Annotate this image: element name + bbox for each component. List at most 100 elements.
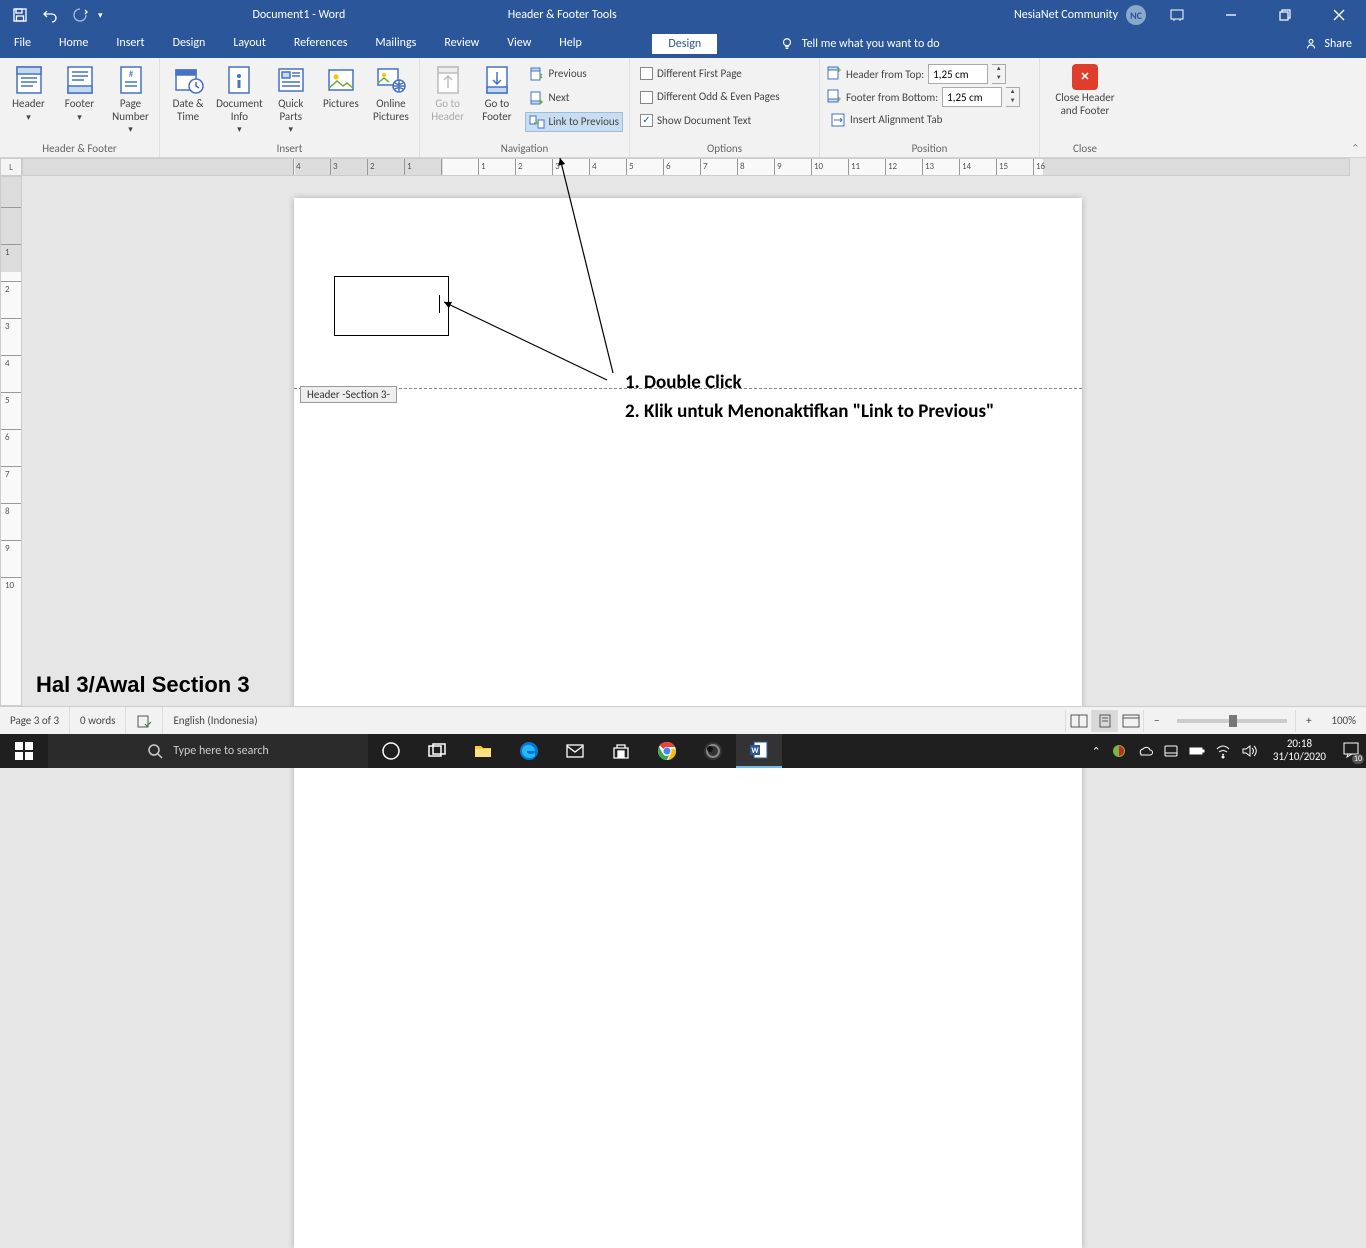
touchpad-icon[interactable] <box>1163 743 1179 759</box>
link-to-previous-button[interactable]: Link to Previous <box>525 112 623 132</box>
account-name[interactable]: NesiaNet Community <box>1014 8 1118 22</box>
tab-mailings[interactable]: Mailings <box>361 30 430 58</box>
link-icon <box>529 114 545 130</box>
group-label-insert: Insert <box>166 142 413 157</box>
header-from-top-input[interactable] <box>928 64 988 84</box>
tab-design[interactable]: Design <box>159 30 220 58</box>
tray-clock[interactable]: 20:18 31/10/2020 <box>1267 738 1332 763</box>
document-info-button[interactable]: Document Info▾ <box>216 60 263 136</box>
taskbar-taskview[interactable] <box>414 734 460 768</box>
previous-button[interactable]: Previous <box>525 64 623 84</box>
zoom-percent[interactable]: 100% <box>1321 714 1366 727</box>
previous-label: Previous <box>549 66 587 81</box>
chrome-icon <box>657 741 677 761</box>
undo-button[interactable] <box>38 3 62 27</box>
header-edit-zone[interactable] <box>294 198 1082 388</box>
tab-home[interactable]: Home <box>45 30 102 58</box>
search-icon <box>147 743 163 759</box>
redo-button[interactable] <box>68 3 92 27</box>
tab-hf-design[interactable]: Design <box>651 33 718 55</box>
view-read-mode[interactable] <box>1065 710 1091 732</box>
quick-parts-button[interactable]: Quick Parts▾ <box>269 60 313 136</box>
volume-icon[interactable] <box>1241 743 1257 759</box>
view-web-layout[interactable] <box>1117 710 1143 732</box>
tray-app-icon[interactable] <box>1111 743 1127 759</box>
taskbar-chrome[interactable] <box>644 734 690 768</box>
tell-me-search[interactable]: Tell me what you want to do <box>760 30 1291 58</box>
title-bar: ▾ Document1 - Word Header & Footer Tools… <box>0 0 1366 30</box>
goto-footer-button[interactable]: Go to Footer <box>475 60 518 123</box>
taskbar-edge[interactable] <box>506 734 552 768</box>
collapse-ribbon-icon[interactable]: ⌃ <box>1351 142 1360 155</box>
tray-notifications[interactable]: 10 <box>1342 741 1360 762</box>
tab-insert[interactable]: Insert <box>102 30 158 58</box>
close-header-footer-button[interactable]: ✕ Close Header and Footer <box>1046 60 1124 117</box>
status-page[interactable]: Page 3 of 3 <box>0 707 70 734</box>
group-navigation: Go to Header Go to Footer Previous Next … <box>420 58 630 157</box>
show-document-text-checkbox[interactable]: ✓Show Document Text <box>636 111 784 130</box>
next-button[interactable]: Next <box>525 88 623 108</box>
battery-icon[interactable] <box>1189 743 1205 759</box>
tab-help[interactable]: Help <box>545 30 596 58</box>
online-pictures-button[interactable]: Online Pictures <box>369 60 413 123</box>
minimize-button[interactable] <box>1208 0 1254 30</box>
zoom-in-button[interactable]: + <box>1295 710 1321 732</box>
ribbon-tabs: File Home Insert Design Layout Reference… <box>0 30 1366 58</box>
status-language[interactable]: English (Indonesia) <box>163 707 267 734</box>
page-number-button[interactable]: # Page Number▾ <box>108 60 153 136</box>
taskbar-explorer[interactable] <box>460 734 506 768</box>
view-print-layout[interactable] <box>1091 710 1117 732</box>
zoom-out-button[interactable]: − <box>1143 710 1169 732</box>
spinner[interactable]: ▲▼ <box>1006 87 1020 107</box>
diff-odd-even-label: Different Odd & Even Pages <box>657 89 780 104</box>
insert-alignment-tab-button[interactable]: Insert Alignment Tab <box>826 110 1020 130</box>
tray-overflow-icon[interactable]: ⌃ <box>1092 745 1101 758</box>
date-time-button[interactable]: Date & Time <box>166 60 210 123</box>
maximize-button[interactable] <box>1262 0 1308 30</box>
onedrive-icon[interactable] <box>1137 743 1153 759</box>
start-button[interactable] <box>0 734 48 768</box>
taskbar-mail[interactable] <box>552 734 598 768</box>
header-from-top-label: Header from Top: <box>846 68 924 81</box>
footer-from-bottom-label: Footer from Bottom: <box>846 91 938 104</box>
taskbar-store[interactable] <box>598 734 644 768</box>
ruler-corner[interactable]: L <box>0 158 22 176</box>
different-odd-even-checkbox[interactable]: Different Odd & Even Pages <box>636 87 784 106</box>
ribbon-display-button[interactable] <box>1154 0 1200 30</box>
tab-layout[interactable]: Layout <box>219 30 280 58</box>
tab-review[interactable]: Review <box>430 30 493 58</box>
footer-from-bottom-input[interactable] <box>942 87 1002 107</box>
spinner[interactable]: ▲▼ <box>992 64 1006 84</box>
status-spellcheck[interactable] <box>126 707 163 734</box>
quick-parts-icon <box>275 64 307 96</box>
web-layout-icon <box>1122 714 1140 728</box>
header-button[interactable]: Header▾ <box>6 60 51 123</box>
taskbar-search[interactable]: Type here to search <box>48 734 368 768</box>
status-words[interactable]: 0 words <box>70 707 126 734</box>
close-window-button[interactable] <box>1316 0 1362 30</box>
different-first-page-checkbox[interactable]: Different First Page <box>636 64 784 83</box>
footer-button[interactable]: Footer▾ <box>57 60 102 123</box>
next-icon <box>529 90 545 106</box>
taskbar-word[interactable]: W <box>736 734 782 768</box>
share-button[interactable]: Share <box>1290 30 1366 58</box>
save-button[interactable] <box>8 3 32 27</box>
zoom-thumb[interactable] <box>1229 715 1237 727</box>
wifi-icon[interactable] <box>1215 743 1231 759</box>
avatar[interactable]: NC <box>1126 5 1146 25</box>
checkbox-checked-icon: ✓ <box>640 114 653 127</box>
page-watermark: Hal 3/Awal Section 3 <box>36 672 250 698</box>
header-textbox[interactable] <box>334 276 449 336</box>
vertical-ruler[interactable]: 12345678910 <box>0 176 22 706</box>
pictures-button[interactable]: Pictures <box>319 60 363 111</box>
horizontal-ruler[interactable]: 432112345678910111213141516 <box>22 158 1350 176</box>
tab-file[interactable]: File <box>0 30 45 58</box>
tab-view[interactable]: View <box>493 30 545 58</box>
tab-references[interactable]: References <box>280 30 362 58</box>
qat-customize-icon[interactable]: ▾ <box>98 10 103 21</box>
taskbar-cortana[interactable] <box>368 734 414 768</box>
zoom-slider[interactable] <box>1177 719 1287 723</box>
edge-icon <box>519 741 539 761</box>
taskbar-obs[interactable] <box>690 734 736 768</box>
status-bar: Page 3 of 3 0 words English (Indonesia) … <box>0 706 1366 734</box>
